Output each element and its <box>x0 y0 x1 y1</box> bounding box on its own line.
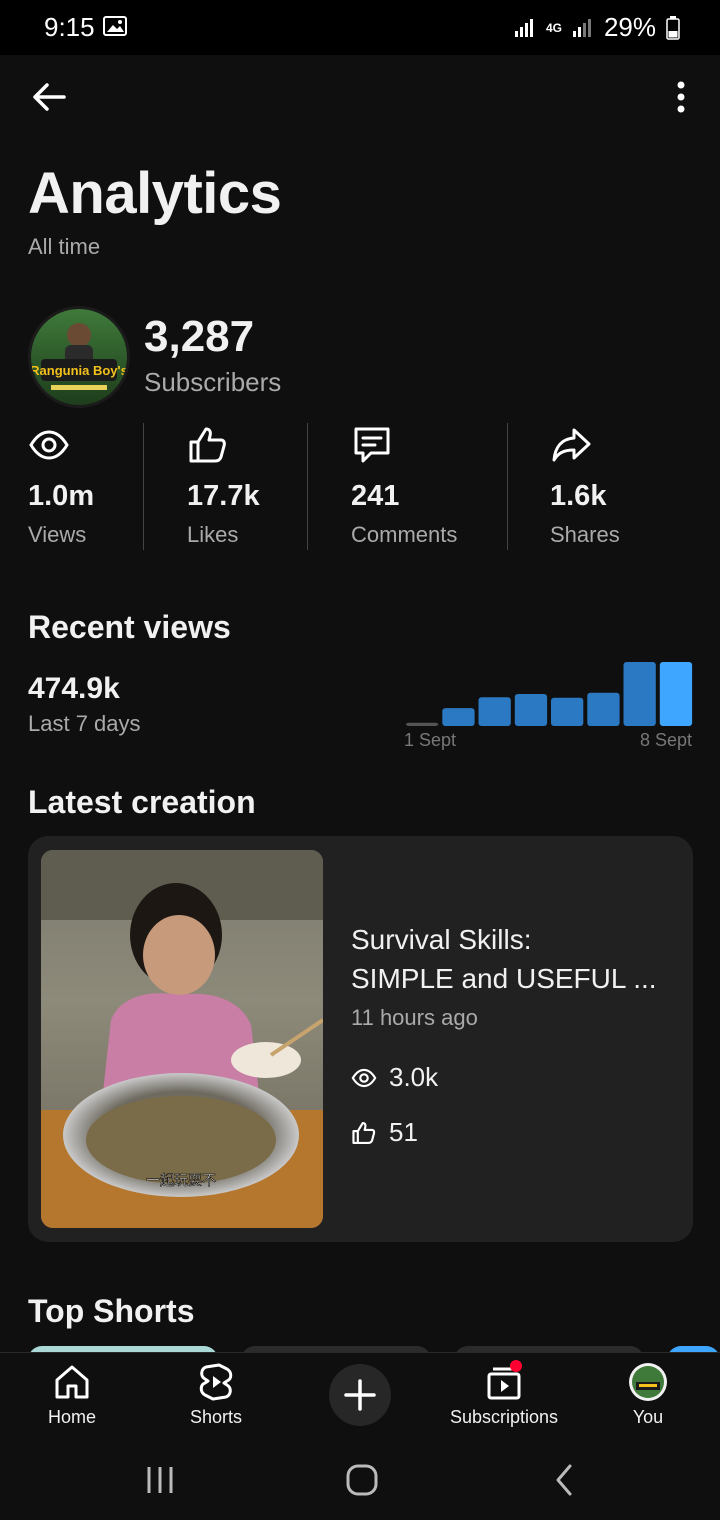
back-system-button[interactable] <box>548 1460 580 1500</box>
page-title: Analytics <box>28 161 282 226</box>
chart-bar <box>623 662 656 726</box>
back-chevron-icon <box>556 1464 572 1496</box>
video-time-ago: 11 hours ago <box>351 1005 478 1030</box>
chart-bar <box>551 697 584 726</box>
notification-dot <box>510 1360 522 1372</box>
chart-axis-end: 8 Sept <box>639 730 692 750</box>
video-likes-value: 51 <box>389 1117 418 1147</box>
create-button[interactable] <box>329 1364 391 1426</box>
stat-value: 1.0m <box>28 480 95 512</box>
system-navigation-bar <box>0 1442 720 1520</box>
back-arrow-icon <box>33 83 66 111</box>
video-title-line1: Survival Skills: <box>351 924 532 955</box>
stat-value: 241 <box>351 480 400 512</box>
nav-label: You <box>632 1407 664 1427</box>
latest-creation-title: Latest creation <box>28 784 256 820</box>
network-type: 4G <box>545 20 562 35</box>
stat-label: Comments <box>351 522 458 547</box>
channel-avatar: Rangunia Boy's <box>28 306 130 408</box>
nav-shorts[interactable]: Shorts <box>156 1362 276 1428</box>
thumbs-up-icon <box>352 1121 376 1144</box>
stat-shares[interactable]: 1.6k Shares <box>550 424 690 550</box>
chart-bar <box>659 662 693 726</box>
nav-label: Subscriptions <box>449 1407 559 1427</box>
home-icon <box>12 1362 132 1402</box>
subscriptions-icon <box>444 1360 564 1402</box>
eye-icon <box>28 424 70 471</box>
subscriber-label: Subscribers <box>144 367 282 397</box>
recent-views-value: 474.9k <box>28 672 120 705</box>
nav-label: Shorts <box>189 1407 243 1427</box>
status-bar: 9:15 4G 29% <box>0 0 720 55</box>
subscriber-count: 3,287 <box>144 312 255 361</box>
home-circle-icon <box>346 1464 378 1496</box>
chart-bar <box>406 722 439 726</box>
stat-label: Views <box>28 522 87 547</box>
stat-likes[interactable]: 17.7k Likes <box>187 424 302 550</box>
share-icon <box>550 424 592 471</box>
stat-value: 17.7k <box>187 480 260 512</box>
divider <box>143 423 144 550</box>
divider <box>507 423 508 550</box>
nav-label: Home <box>47 1407 96 1427</box>
home-system-button[interactable] <box>342 1460 382 1500</box>
chart-axis-start: 1 Sept <box>404 730 457 750</box>
recent-apps-button[interactable] <box>140 1462 180 1498</box>
battery-icon <box>666 15 680 40</box>
status-time: 9:15 <box>44 12 95 42</box>
video-likes: 51 <box>351 1117 418 1148</box>
chart-bar <box>478 697 511 726</box>
nav-subscriptions[interactable]: Subscriptions <box>444 1360 564 1428</box>
stat-label: Shares <box>550 522 620 547</box>
video-title[interactable]: Survival Skills: SIMPLE and USEFUL ... <box>351 920 671 998</box>
more-vert-icon <box>677 81 685 113</box>
stat-views[interactable]: 1.0m Views <box>28 424 138 550</box>
battery-percent: 29% <box>603 12 656 42</box>
stat-label: Likes <box>187 522 239 547</box>
comment-icon <box>351 424 393 471</box>
chart-bar <box>587 692 620 726</box>
chart-bar <box>514 694 548 726</box>
signal-icon-2 <box>572 18 591 37</box>
stat-value: 1.6k <box>550 480 607 512</box>
back-button[interactable] <box>28 76 70 118</box>
status-right: 4G 29% <box>514 12 680 43</box>
recent-views-title: Recent views <box>28 609 231 645</box>
thumbs-up-icon <box>187 424 229 471</box>
thumbnail-caption: 一起玩耍不 <box>146 1173 216 1189</box>
divider <box>307 423 308 550</box>
video-title-line2: SIMPLE and USEFUL ... <box>351 963 657 994</box>
date-range-label: All time <box>28 234 101 259</box>
signal-icon <box>514 18 533 37</box>
nav-home[interactable]: Home <box>12 1362 132 1428</box>
video-views: 3.0k <box>351 1062 438 1093</box>
recent-apps-icon <box>147 1467 173 1493</box>
video-views-value: 3.0k <box>389 1062 439 1092</box>
chart-bar <box>442 708 475 726</box>
avatar-icon <box>588 1362 708 1402</box>
gallery-notification-icon <box>103 16 127 41</box>
nav-you[interactable]: You <box>588 1362 708 1428</box>
shorts-icon <box>156 1362 276 1402</box>
recent-views-chart[interactable] <box>404 660 694 726</box>
eye-icon <box>351 1068 377 1087</box>
stat-comments[interactable]: 241 Comments <box>351 424 501 550</box>
recent-views-period: Last 7 days <box>28 711 141 736</box>
create-icon <box>344 1379 376 1411</box>
top-shorts-title: Top Shorts <box>28 1293 195 1329</box>
avatar-text: Rangunia Boy's <box>31 363 127 378</box>
more-options-button[interactable] <box>666 78 696 118</box>
video-thumbnail[interactable]: 一起玩耍不 <box>41 850 323 1228</box>
